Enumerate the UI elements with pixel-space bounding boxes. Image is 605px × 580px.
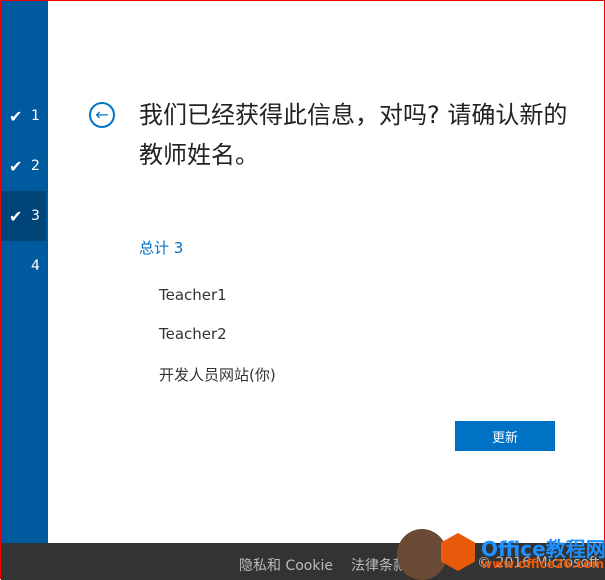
step-sidebar: ✔ 1 ✔ 2 ✔ 3 4 xyxy=(1,1,48,543)
check-icon: ✔ xyxy=(9,106,23,126)
step-4[interactable]: 4 xyxy=(1,241,46,291)
step-3[interactable]: ✔ 3 xyxy=(1,191,46,241)
step-1[interactable]: ✔ 1 xyxy=(1,91,46,141)
list-item: Teacher2 xyxy=(159,325,227,343)
list-item: 开发人员网站(你) xyxy=(159,366,276,384)
list-item: Teacher1 xyxy=(159,286,227,304)
privacy-link[interactable]: 隐私和 Cookie xyxy=(239,555,333,575)
check-icon: ✔ xyxy=(9,206,23,226)
avatar xyxy=(397,529,447,580)
back-arrow-icon[interactable]: ← xyxy=(89,102,115,128)
update-button[interactable]: 更新 xyxy=(455,421,555,451)
watermark-url: www.office26.com xyxy=(481,557,605,571)
check-icon: ✔ xyxy=(9,156,23,176)
page-title: 我们已经获得此信息，对吗? 请确认新的教师姓名。 xyxy=(139,101,568,169)
step-2[interactable]: ✔ 2 xyxy=(1,141,46,191)
total-count: 总计 3 xyxy=(139,239,184,257)
